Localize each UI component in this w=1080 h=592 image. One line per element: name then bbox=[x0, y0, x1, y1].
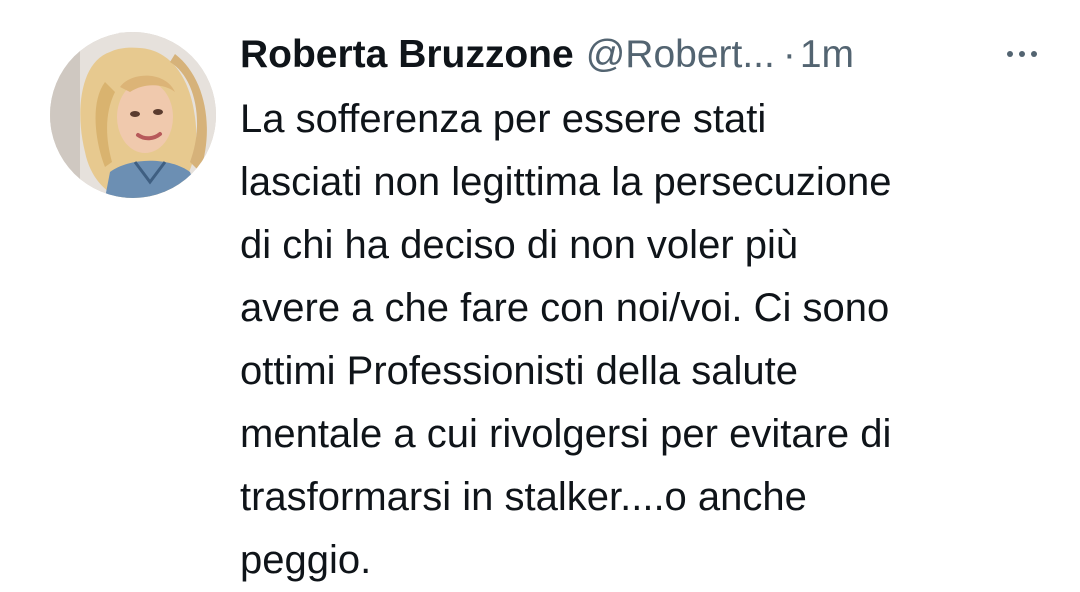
tweet-card[interactable]: Roberta Bruzzone @Robert... · 1m La soff… bbox=[0, 0, 1080, 588]
author-handle[interactable]: @Robert... bbox=[586, 28, 775, 82]
header-separator: · bbox=[782, 33, 796, 76]
tweet-text-line: peggio. bbox=[240, 538, 372, 582]
tweet-text-line: ottimi Professionisti della salute bbox=[240, 349, 799, 393]
tweet-text-line: trasformarsi in stalker....o anche bbox=[240, 475, 807, 519]
tweet-timestamp[interactable]: 1m bbox=[800, 28, 854, 82]
more-horizontal-icon bbox=[1007, 51, 1037, 57]
avatar-photo-icon bbox=[50, 32, 216, 198]
tweet-text-line: La sofferenza per essere stati bbox=[240, 97, 767, 141]
author-display-name[interactable]: Roberta Bruzzone bbox=[240, 28, 574, 82]
author-avatar[interactable] bbox=[50, 32, 216, 198]
tweet-text-line: di chi ha deciso di non voler più bbox=[240, 223, 799, 267]
more-options-button[interactable] bbox=[1004, 42, 1040, 66]
tweet-text: La sofferenza per essere stati lasciati … bbox=[240, 88, 1060, 592]
tweet-text-line: mentale a cui rivolgersi per evitare di bbox=[240, 412, 892, 456]
tweet-text-line: avere a che fare con noi/voi. Ci sono bbox=[240, 286, 890, 330]
tweet-header: Roberta Bruzzone @Robert... · 1m bbox=[240, 28, 854, 82]
tweet-text-line: lasciati non legittima la persecuzione bbox=[240, 160, 892, 204]
